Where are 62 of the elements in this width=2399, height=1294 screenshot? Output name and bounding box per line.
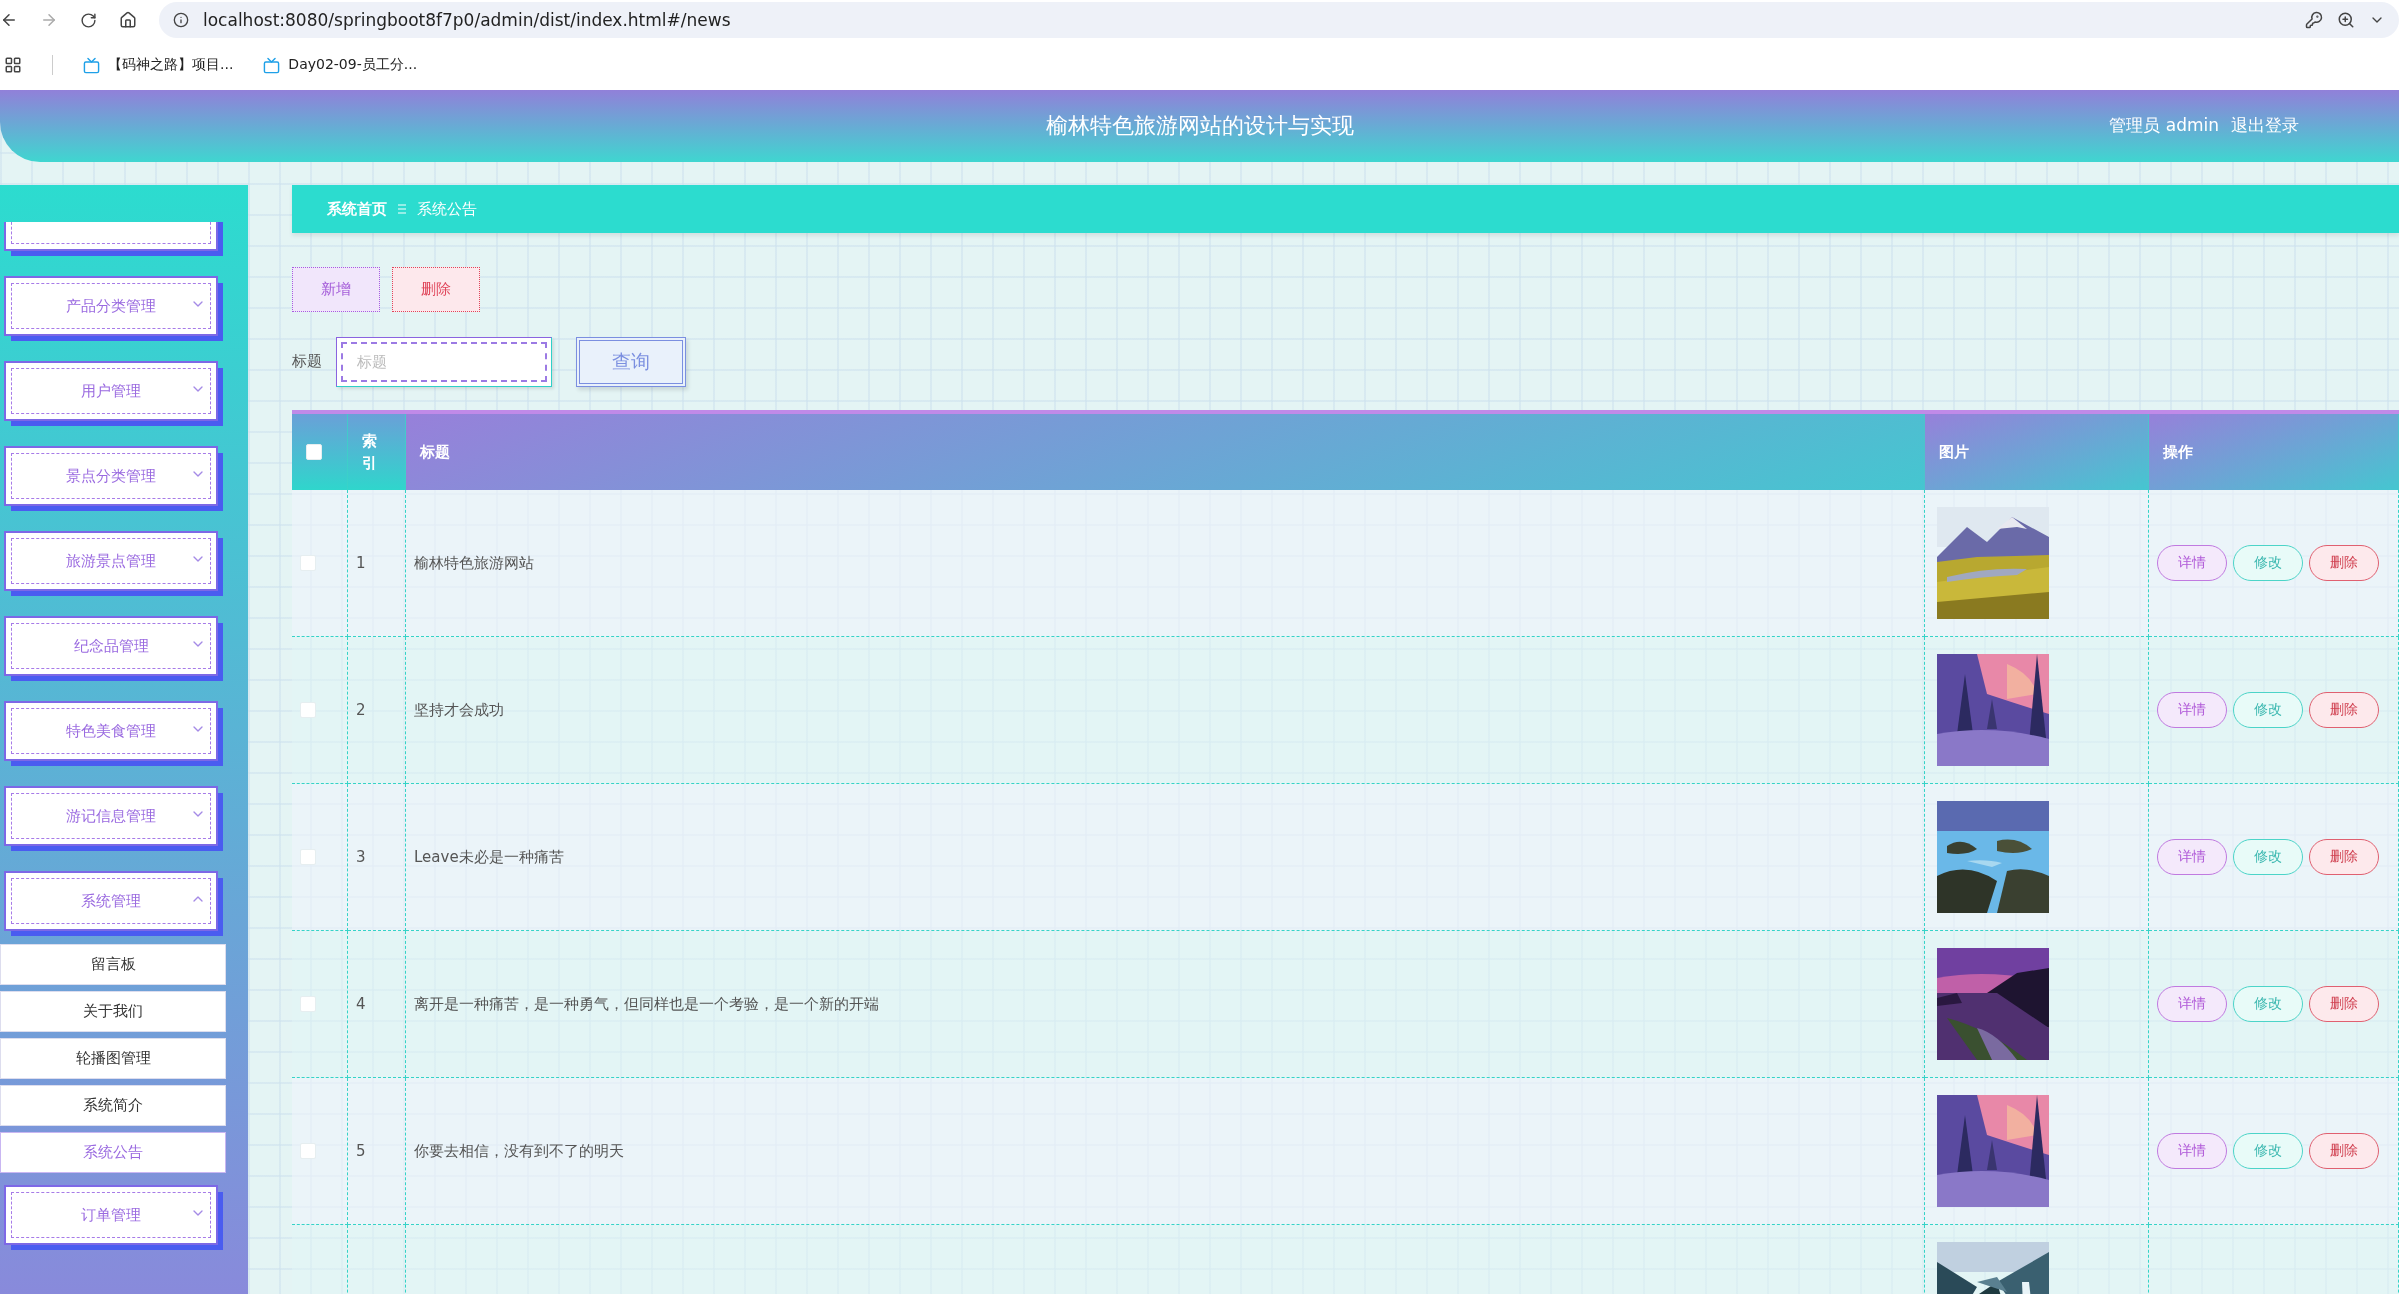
select-all-checkbox[interactable]	[306, 444, 322, 460]
delete-button[interactable]: 删除	[392, 267, 480, 312]
detail-button[interactable]: 详情	[2157, 986, 2227, 1022]
row-checkbox[interactable]	[300, 996, 316, 1012]
search-field[interactable]: 标题	[336, 336, 552, 387]
separator-icon	[397, 203, 407, 215]
tv-icon	[263, 56, 281, 74]
delete-button[interactable]: 删除	[2309, 839, 2379, 875]
address-bar[interactable]: localhost:8080/springboot8f7p0/admin/dist/index.html#/news	[159, 2, 2399, 38]
row-checkbox[interactable]	[300, 849, 316, 865]
row-checkbox[interactable]	[300, 555, 316, 571]
table-cell: 1	[348, 490, 406, 637]
back-icon[interactable]	[0, 11, 18, 29]
submenu-item[interactable]: 留言板	[0, 944, 226, 985]
column-header: 索引	[348, 414, 406, 490]
edit-button[interactable]: 修改	[2233, 839, 2303, 875]
edit-button[interactable]: 修改	[2233, 692, 2303, 728]
home-icon[interactable]	[119, 11, 137, 29]
table-cell: 5	[348, 1078, 406, 1225]
table-cell: Leave未必是一种痛苦	[406, 784, 1925, 931]
row-checkbox[interactable]	[300, 702, 316, 718]
bookmark[interactable]: Day02-09-员工分...	[263, 56, 418, 74]
delete-button[interactable]: 删除	[2309, 986, 2379, 1022]
column-header: 标题	[406, 414, 1925, 490]
detail-button[interactable]: 详情	[2157, 545, 2227, 581]
apps-icon[interactable]	[4, 56, 22, 74]
table-cell: 2	[348, 637, 406, 784]
site-title: 榆林特色旅游网站的设计与实现	[1045, 112, 1354, 140]
search-button[interactable]: 查询	[576, 336, 686, 387]
url-text: localhost:8080/springboot8f7p0/admin/dist/index.html#/news	[203, 10, 731, 30]
search-label: 标题	[292, 352, 323, 371]
tv-icon	[83, 56, 100, 74]
submenu-item[interactable]: 系统公告	[0, 1132, 226, 1173]
reload-icon[interactable]	[80, 11, 97, 29]
edit-button[interactable]: 修改	[2233, 1133, 2303, 1169]
edit-button[interactable]: 修改	[2233, 545, 2303, 581]
table-cell: 3	[348, 784, 406, 931]
logout-link[interactable]: 退出登录	[2231, 114, 2299, 137]
submenu-item[interactable]: 系统简介	[0, 1085, 226, 1126]
table-cell: 4	[348, 931, 406, 1078]
detail-button[interactable]: 详情	[2157, 692, 2227, 728]
user-label: 管理员 admin	[2109, 114, 2219, 137]
delete-button[interactable]: 删除	[2309, 1133, 2379, 1169]
key-icon[interactable]	[2305, 11, 2323, 29]
info-icon[interactable]	[173, 12, 189, 28]
bookmark[interactable]: 【码神之路】项目...	[83, 56, 234, 74]
detail-button[interactable]: 详情	[2157, 839, 2227, 875]
add-button[interactable]: 新增	[292, 267, 380, 312]
table-cell: 离开是一种痛苦，是一种勇气，但同样也是一个考验，是一个新的开端	[406, 931, 1925, 1078]
submenu-item[interactable]: 轮播图管理	[0, 1038, 226, 1079]
column-header: 图片	[1925, 414, 2149, 490]
delete-button[interactable]: 删除	[2309, 545, 2379, 581]
table-cell: 你要去相信，没有到不了的明天	[406, 1078, 1925, 1225]
submenu-item[interactable]: 关于我们	[0, 991, 226, 1032]
detail-button[interactable]: 详情	[2157, 1133, 2227, 1169]
delete-button[interactable]: 删除	[2309, 692, 2379, 728]
table-cell: 坚持才会成功	[406, 637, 1925, 784]
zoom-icon[interactable]	[2337, 11, 2355, 29]
row-checkbox[interactable]	[300, 1143, 316, 1159]
edit-button[interactable]: 修改	[2233, 986, 2303, 1022]
column-header: 操作	[2149, 414, 2399, 490]
table-cell: 榆林特色旅游网站	[406, 490, 1925, 637]
